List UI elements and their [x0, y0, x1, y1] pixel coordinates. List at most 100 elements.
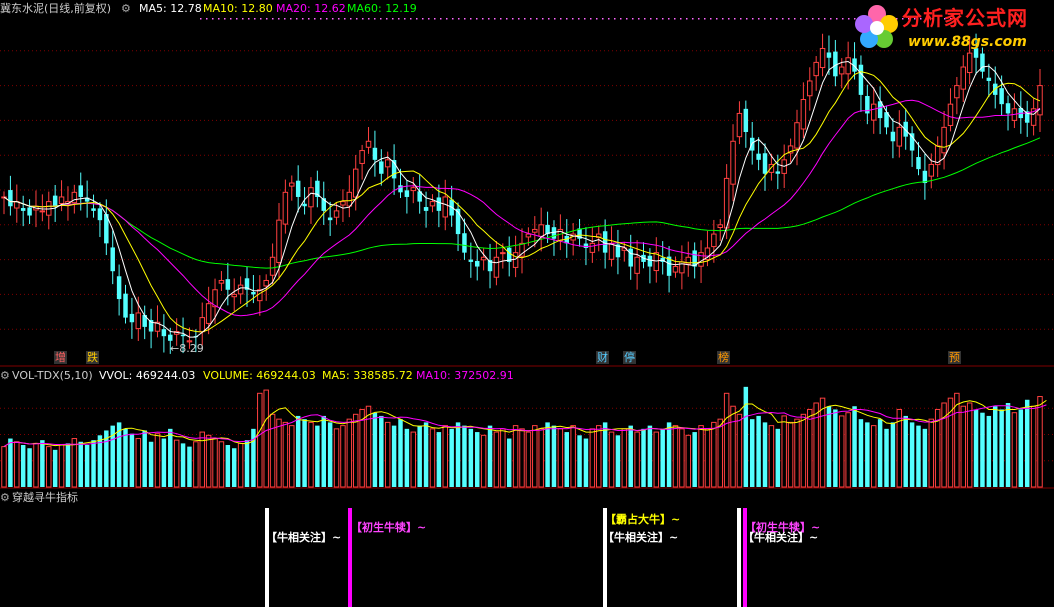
volume-bar — [826, 406, 832, 487]
volume-bar — [679, 428, 685, 488]
marker-dot — [824, 18, 826, 20]
marker-dot — [458, 18, 460, 20]
marker-dot — [686, 18, 688, 20]
volume-bar — [398, 419, 403, 487]
settings-icon[interactable]: ⚙ — [121, 2, 131, 15]
volume-bar — [58, 444, 65, 488]
chart-canvas[interactable] — [0, 0, 1054, 607]
volume-bar — [865, 422, 870, 487]
volume-bar — [474, 432, 480, 487]
signal-panel-title: 穿越寻牛指标 — [12, 491, 78, 504]
signal-settings-icon[interactable]: ⚙ — [0, 491, 10, 504]
volume-bar — [749, 419, 755, 487]
volume-bar — [33, 442, 39, 488]
marker-dot — [464, 18, 466, 20]
volume-bar — [359, 408, 365, 488]
volume-bar — [468, 428, 474, 487]
marker-dot — [764, 18, 766, 20]
marker-dot — [674, 18, 676, 20]
candle-body — [78, 185, 83, 197]
volume-bar — [608, 431, 615, 488]
marker-dot — [842, 18, 844, 20]
event-marker[interactable]: 停 — [623, 351, 636, 364]
marker-dot — [632, 18, 634, 20]
marker-dot — [716, 18, 718, 20]
vol-ma5-readout: MA5: 338585.72 — [322, 369, 413, 382]
volume-bar — [180, 443, 186, 487]
candle-body — [525, 233, 532, 238]
marker-dot — [260, 18, 262, 20]
candle-body — [954, 85, 960, 99]
volume-bar — [321, 415, 326, 487]
volume-bar — [269, 413, 276, 488]
marker-dot — [338, 18, 340, 20]
candle-body — [653, 252, 660, 272]
volume-bar — [168, 428, 173, 487]
candle-body — [27, 207, 32, 216]
volume-bar — [506, 438, 512, 487]
event-marker[interactable]: 榜 — [717, 351, 730, 364]
event-marker[interactable]: 增 — [54, 351, 67, 364]
vol-settings-icon[interactable]: ⚙ — [0, 369, 10, 382]
candle-body — [589, 242, 596, 253]
volume-bar — [218, 441, 225, 488]
volume-bar — [417, 425, 422, 487]
candle-body — [352, 168, 359, 198]
candle-body — [468, 259, 474, 262]
candle-body — [947, 103, 954, 126]
volume-bar — [980, 412, 985, 487]
marker-dot — [656, 18, 658, 20]
marker-dot — [206, 18, 208, 20]
volume-bar — [480, 434, 487, 488]
candle-body — [870, 103, 877, 121]
event-marker[interactable]: 财 — [596, 351, 609, 364]
marker-dot — [512, 18, 514, 20]
candle-body — [474, 260, 480, 267]
candle-body — [896, 126, 903, 147]
marker-dot — [470, 18, 472, 20]
candle-body — [346, 191, 353, 207]
volume-bar — [173, 439, 180, 488]
marker-dot — [278, 18, 280, 20]
marker-dot — [404, 18, 406, 20]
marker-dot — [248, 18, 250, 20]
candle-body — [276, 219, 282, 263]
volume-bar — [570, 425, 576, 488]
marker-dot — [728, 18, 730, 20]
volume-bar — [711, 421, 717, 488]
marker-dot — [596, 18, 598, 20]
volume-bar — [845, 412, 851, 488]
marker-dot — [368, 18, 370, 20]
signal-label: 【牛相关注】~ — [743, 531, 819, 544]
volume-bar — [973, 409, 979, 487]
volume-bar — [596, 425, 602, 488]
volume-bar — [966, 402, 973, 488]
signal-label: 【牛相关注】~ — [603, 531, 679, 544]
volume-bar — [91, 440, 96, 487]
candle-body — [839, 66, 845, 75]
candle-body — [826, 52, 832, 58]
candle-body — [711, 233, 717, 248]
volume-bar — [205, 434, 212, 488]
candle-body — [794, 122, 800, 149]
volume-bar — [775, 428, 781, 487]
candle-body — [218, 279, 225, 284]
marker-dot — [800, 18, 802, 20]
volume-bar — [449, 428, 454, 487]
marker-dot — [830, 18, 832, 20]
candle-body — [398, 185, 403, 193]
volume-bar — [730, 405, 736, 488]
volume-bar — [187, 446, 192, 487]
volume-bar — [500, 428, 506, 488]
volume-bar — [532, 425, 538, 488]
candle-body — [384, 159, 391, 168]
volume-bar — [557, 428, 564, 488]
volume-bar — [1037, 396, 1043, 488]
marker-dot — [416, 18, 418, 20]
volume-bar — [909, 422, 915, 487]
event-marker[interactable]: 跌 — [86, 351, 99, 364]
marker-dot — [476, 18, 478, 20]
event-marker[interactable]: 预 — [948, 351, 961, 364]
marker-dot — [602, 18, 604, 20]
signal-label: 【牛相关注】~ — [266, 531, 342, 544]
